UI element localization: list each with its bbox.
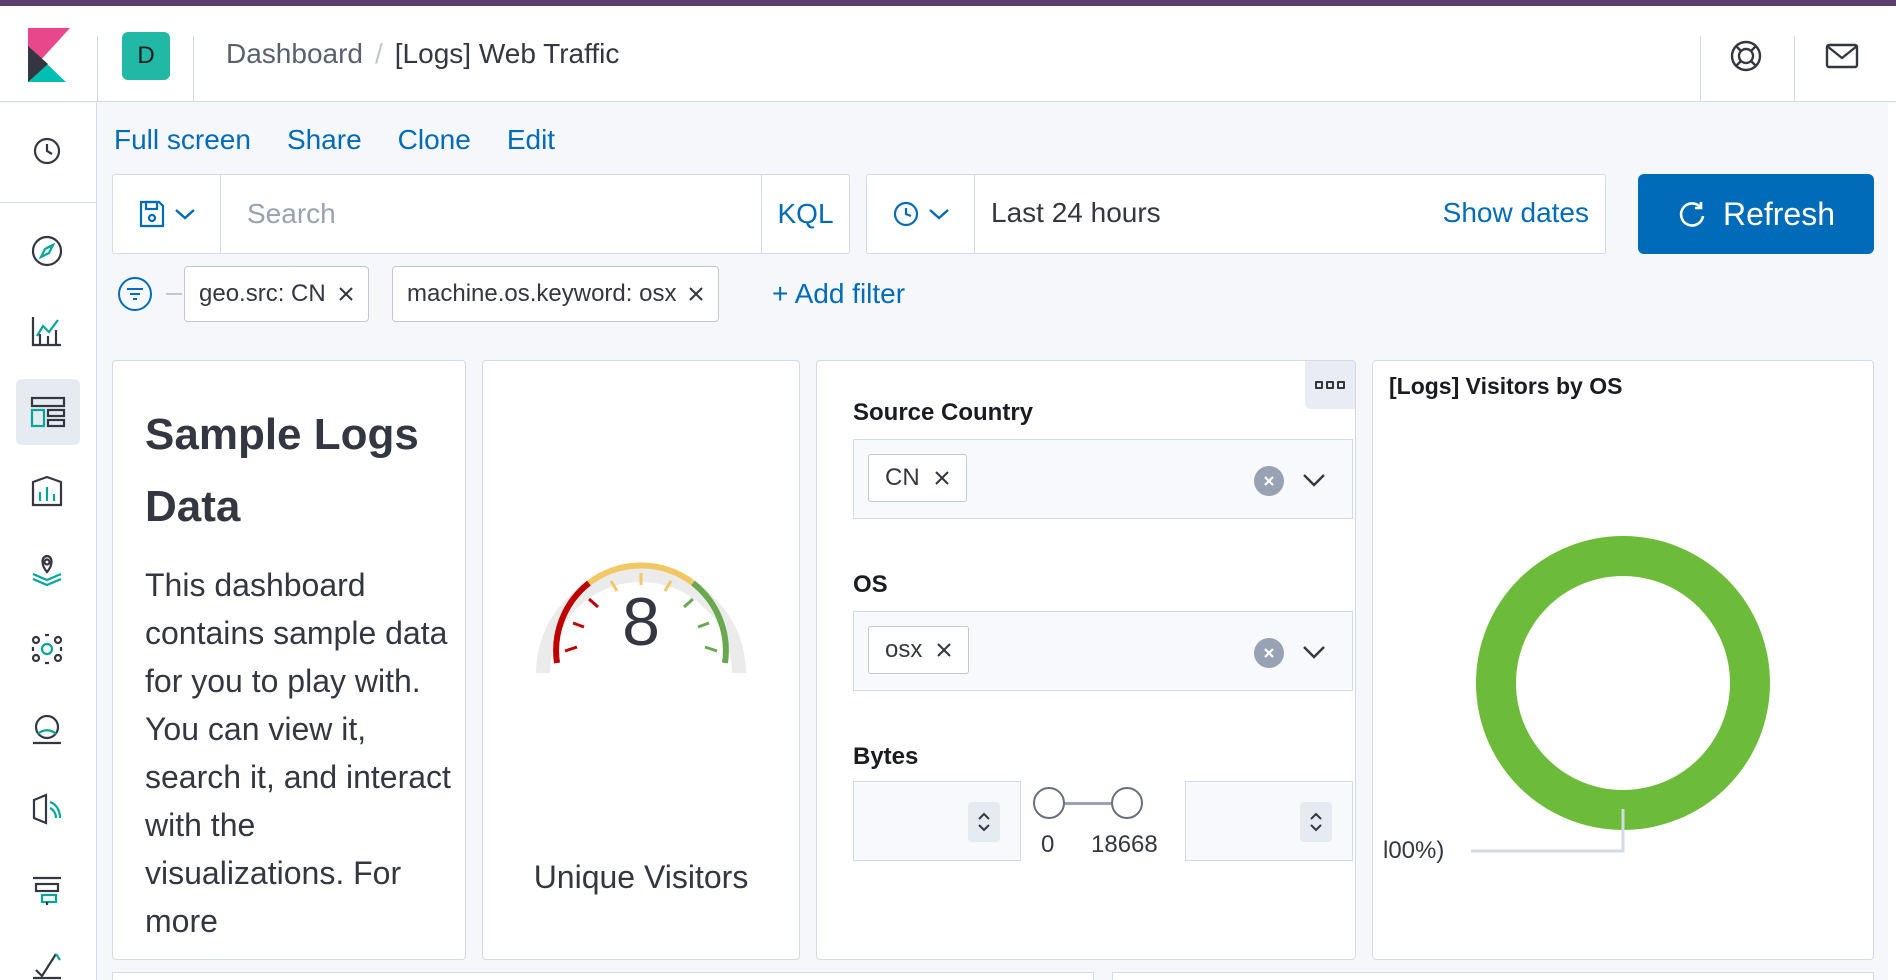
save-icon <box>139 200 164 228</box>
filter-bar: geo.src: CN machine.os.keyword: osx + Ad… <box>118 266 1878 322</box>
clear-icon[interactable] <box>1254 466 1284 496</box>
source-country-combobox[interactable]: CN <box>853 439 1353 519</box>
pie-slice-osx[interactable] <box>1476 536 1770 830</box>
clear-icon[interactable] <box>1254 638 1284 668</box>
unique-visitors-gauge: 8 <box>531 531 751 691</box>
breadcrumb-dashboard[interactable]: Dashboard <box>226 38 363 70</box>
discover-compass-icon[interactable] <box>23 227 71 275</box>
ml-icon[interactable] <box>23 625 71 673</box>
chevron-down-icon <box>928 209 949 220</box>
chevron-down-icon <box>174 209 195 220</box>
infrastructure-icon[interactable] <box>23 705 71 753</box>
os-label: OS <box>853 571 888 598</box>
time-range-text[interactable]: Last 24 hours <box>991 197 1161 229</box>
gauge-value: 8 <box>622 584 660 660</box>
refresh-label: Refresh <box>1722 195 1836 232</box>
header-divider <box>1700 36 1701 102</box>
markdown-title: Sample Logs Data <box>145 410 419 531</box>
share-link[interactable]: Share <box>287 124 362 156</box>
gauge-label: Unique Visitors <box>533 859 749 895</box>
chevron-down-icon <box>978 824 990 832</box>
bytes-min-input[interactable] <box>853 781 1021 861</box>
chevron-down-icon <box>1310 824 1322 832</box>
edit-link[interactable]: Edit <box>507 124 555 156</box>
show-dates-link[interactable]: Show dates <box>1443 197 1589 229</box>
query-bar: KQL <box>112 174 873 254</box>
time-picker: Last 24 hours Show dates <box>866 174 1606 254</box>
number-stepper[interactable] <box>1300 802 1332 842</box>
side-nav <box>0 103 97 980</box>
chevron-down-icon[interactable] <box>1300 466 1328 494</box>
refresh-button[interactable]: Refresh <box>1638 174 1874 254</box>
bytes-range-slider[interactable] <box>1033 785 1143 821</box>
chip-label: osx <box>885 636 923 663</box>
gauge-panel: 8 Unique Visitors <box>482 360 800 960</box>
recent-clock-icon[interactable] <box>23 127 71 175</box>
input-controls-panel: Source Country CN OS osx Bytes 0 18668 <box>816 360 1356 960</box>
next-panel-edge <box>112 972 1094 980</box>
close-icon[interactable] <box>936 642 952 658</box>
add-filter-button[interactable]: + Add filter <box>772 278 905 310</box>
selected-option-chip: CN <box>868 454 967 502</box>
clone-link[interactable]: Clone <box>398 124 471 156</box>
dashboard-icon[interactable] <box>16 379 80 445</box>
panel-options-menu-button[interactable] <box>1305 361 1355 409</box>
chevron-up-icon <box>1310 812 1322 820</box>
next-panel-edge <box>1112 972 1874 980</box>
full-screen-link[interactable]: Full screen <box>114 124 251 156</box>
quick-select-button[interactable] <box>867 175 975 253</box>
filter-options-icon[interactable] <box>118 277 152 311</box>
source-country-label: Source Country <box>853 399 1034 426</box>
chevron-down-icon[interactable] <box>1300 638 1328 666</box>
range-min-handle[interactable] <box>1033 787 1065 819</box>
breadcrumb-current: [Logs] Web Traffic <box>394 38 620 69</box>
apm-icon[interactable] <box>23 865 71 913</box>
filter-connector <box>166 293 182 295</box>
filter-pill-geo-src[interactable]: geo.src: CN <box>184 266 369 322</box>
close-icon[interactable] <box>338 286 354 302</box>
right-edge-strip <box>1888 103 1896 980</box>
number-stepper[interactable] <box>968 802 1000 842</box>
filter-pill-label: geo.src: CN <box>199 280 326 307</box>
header-divider <box>97 36 98 102</box>
header-divider <box>193 36 194 102</box>
range-max-handle[interactable] <box>1111 787 1143 819</box>
uptime-icon[interactable] <box>23 941 71 980</box>
close-icon[interactable] <box>934 470 950 486</box>
saved-query-menu-button[interactable] <box>113 175 221 253</box>
os-combobox[interactable]: osx <box>853 611 1353 691</box>
maps-icon[interactable] <box>23 545 71 593</box>
bytes-max-input[interactable] <box>1185 781 1353 861</box>
canvas-icon[interactable] <box>23 467 71 515</box>
visitors-by-os-panel: [Logs] Visitors by OS l00%) <box>1372 360 1874 960</box>
logs-icon[interactable] <box>23 785 71 833</box>
chevron-up-icon <box>978 812 990 820</box>
filter-pill-machine-os[interactable]: machine.os.keyword: osx <box>392 266 720 322</box>
visualize-chart-icon[interactable] <box>23 307 71 355</box>
app-header: D Dashboard / [Logs] Web Traffic <box>0 6 1896 102</box>
breadcrumb: Dashboard / [Logs] Web Traffic <box>226 38 619 70</box>
breadcrumb-separator: / <box>374 38 383 69</box>
markdown-body: This dashboard contains sample data for … <box>145 567 451 939</box>
nav-divider <box>0 202 96 203</box>
selected-option-chip: osx <box>868 626 970 674</box>
mail-icon[interactable] <box>1824 38 1860 74</box>
space-avatar[interactable]: D <box>122 32 170 80</box>
kibana-logo[interactable] <box>28 28 70 82</box>
markdown-panel: Sample Logs Data This dashboard contains… <box>112 360 466 960</box>
header-divider <box>1794 36 1795 102</box>
bytes-min-value: 0 <box>1041 831 1055 858</box>
help-icon[interactable] <box>1728 38 1764 74</box>
filter-pill-label: machine.os.keyword: osx <box>407 280 677 307</box>
refresh-icon <box>1679 202 1705 227</box>
dashboard-top-nav: Full screen Share Clone Edit <box>114 124 555 156</box>
kql-toggle-button[interactable]: KQL <box>761 175 849 253</box>
pie-slice-label: l00%) <box>1383 837 1445 864</box>
close-icon[interactable] <box>688 286 704 302</box>
bytes-label: Bytes <box>853 743 919 770</box>
chip-label: CN <box>885 464 920 491</box>
calendar-clock-icon <box>893 201 918 227</box>
bytes-max-value: 18668 <box>1091 831 1158 858</box>
